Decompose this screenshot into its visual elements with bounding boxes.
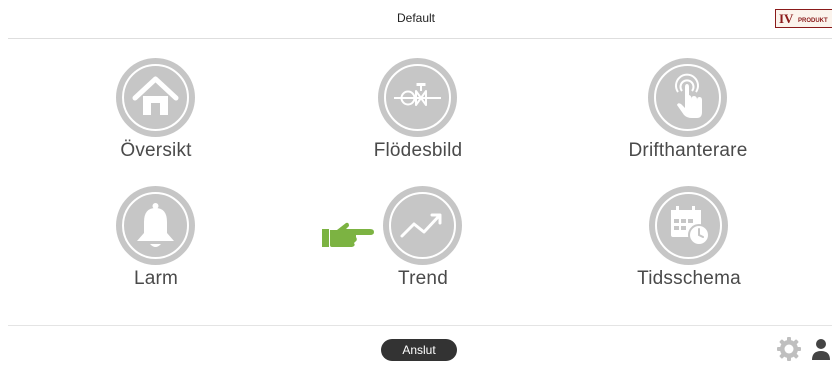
brand-logo: IV PRODUKT — [772, 7, 832, 29]
app-screen: Default IV PRODUKT Översikt Flödesbild D… — [0, 0, 832, 387]
menu-item-label: Tidsschema — [637, 268, 741, 289]
user-icon[interactable] — [810, 337, 832, 366]
page-title: Default — [396, 11, 436, 25]
menu-item-label: Flödesbild — [373, 140, 463, 161]
menu-item-drifthanterare[interactable]: Drifthanterare — [608, 58, 768, 168]
home-icon — [116, 58, 195, 137]
menu-item-label: Trend — [398, 268, 448, 289]
trend-chart-icon — [383, 186, 462, 265]
svg-text:IV: IV — [779, 11, 794, 26]
menu-item-oversikt[interactable]: Översikt — [76, 58, 236, 168]
menu-item-label: Översikt — [120, 140, 192, 161]
touch-hand-icon — [648, 58, 727, 137]
gear-icon[interactable] — [776, 336, 802, 367]
menu-item-flodesbild[interactable]: Flödesbild — [338, 58, 498, 168]
menu-item-tidsschema[interactable]: Tidsschema — [609, 186, 769, 296]
menu-item-label: Larm — [133, 268, 179, 289]
pointing-hand-icon — [320, 220, 376, 255]
connect-button[interactable]: Anslut — [381, 339, 457, 361]
flow-diagram-icon — [378, 58, 457, 137]
footer-divider — [8, 325, 832, 326]
header-divider — [8, 38, 832, 39]
bell-icon — [116, 186, 195, 265]
svg-text:PRODUKT: PRODUKT — [798, 18, 828, 24]
menu-item-larm[interactable]: Larm — [76, 186, 236, 296]
calendar-clock-icon — [649, 186, 728, 265]
menu-item-label: Drifthanterare — [628, 140, 748, 161]
